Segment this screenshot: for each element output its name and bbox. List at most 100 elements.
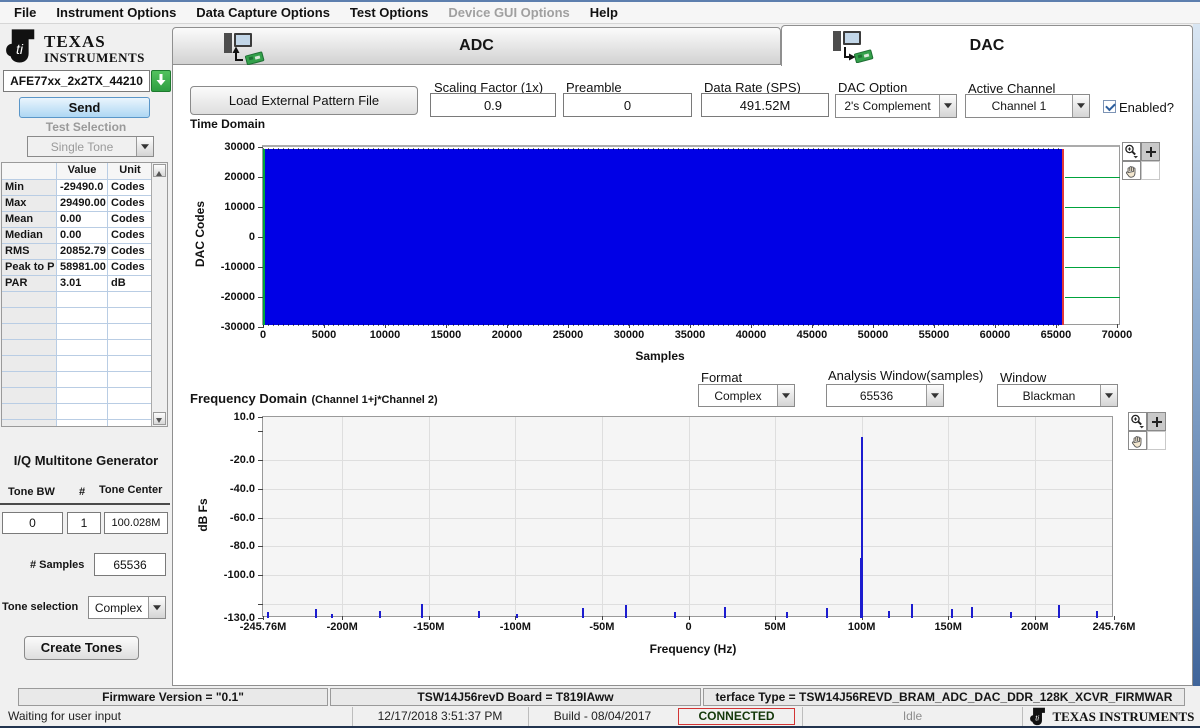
table-cell xyxy=(2,340,57,356)
menu-instrument-options[interactable]: Instrument Options xyxy=(46,2,186,24)
column-header: Unit xyxy=(108,163,153,180)
menu-test-options[interactable]: Test Options xyxy=(340,2,438,24)
xlab: -150M xyxy=(413,621,444,633)
analysis-window-select[interactable]: 65536 xyxy=(826,384,944,407)
data-rate-input[interactable] xyxy=(701,93,829,117)
table-row[interactable] xyxy=(2,356,167,372)
scroll-down-icon[interactable] xyxy=(153,412,166,425)
column-header xyxy=(2,163,57,180)
scaling-factor-input[interactable] xyxy=(430,93,556,117)
chevron-down-icon[interactable] xyxy=(148,597,165,618)
table-row[interactable] xyxy=(2,324,167,340)
table-scrollbar[interactable] xyxy=(151,163,167,426)
table-row[interactable] xyxy=(2,292,167,308)
table-row[interactable]: Median0.00Codes xyxy=(2,228,167,244)
table-row[interactable] xyxy=(2,308,167,324)
menu-data-capture-options[interactable]: Data Capture Options xyxy=(186,2,340,24)
table-row[interactable]: PAR3.01dB xyxy=(2,276,167,292)
dac-option-label: DAC Option xyxy=(838,80,907,95)
chevron-down-icon[interactable] xyxy=(777,385,794,406)
device-load-button[interactable] xyxy=(151,70,171,92)
menu-help[interactable]: Help xyxy=(580,2,628,24)
chevron-down-icon[interactable] xyxy=(136,137,153,156)
chart-element xyxy=(1096,611,1098,618)
zoom-in-button[interactable] xyxy=(1147,412,1166,431)
ti-footer-wordmark: TEXAS INSTRUMENTS xyxy=(1052,709,1194,724)
tone-bw-input[interactable] xyxy=(2,512,63,534)
tky xyxy=(258,575,263,576)
xlab: 25000 xyxy=(553,329,584,341)
xlab: 55000 xyxy=(919,329,950,341)
tone-center-input[interactable] xyxy=(104,512,168,534)
multitone-title: I/Q Multitone Generator xyxy=(0,453,172,468)
xlab: 200M xyxy=(1021,621,1049,633)
frequency-domain-title: Frequency Domain (Channel 1+j*Channel 2) xyxy=(190,390,438,408)
tkx xyxy=(775,616,776,620)
tone-count-input[interactable] xyxy=(67,512,101,534)
chevron-down-icon[interactable] xyxy=(1100,385,1117,406)
chevron-down-icon[interactable] xyxy=(926,385,943,406)
table-row[interactable] xyxy=(2,372,167,388)
pan-hand-button[interactable] xyxy=(1128,431,1147,450)
samples-input[interactable] xyxy=(94,553,166,576)
preamble-input[interactable] xyxy=(563,93,692,117)
chevron-down-icon[interactable] xyxy=(939,95,956,117)
tone-selection-select[interactable]: Complex xyxy=(88,596,166,619)
xlab: 50000 xyxy=(858,329,889,341)
window-select[interactable]: Blackman xyxy=(997,384,1118,407)
load-external-pattern-button[interactable]: Load External Pattern File xyxy=(190,86,418,115)
firmware-version-status: Firmware Version = "0.1" xyxy=(18,688,328,706)
table-row[interactable]: Mean0.00Codes xyxy=(2,212,167,228)
table-row[interactable] xyxy=(2,388,167,404)
tab-dac[interactable]: DAC xyxy=(781,25,1193,66)
menu-file[interactable]: File xyxy=(4,2,46,24)
table-row[interactable]: Min-29490.0Codes xyxy=(2,180,167,196)
table-cell: 0.00 xyxy=(57,228,108,244)
send-button[interactable]: Send xyxy=(19,97,150,118)
active-channel-select[interactable]: Channel 1 xyxy=(965,94,1090,118)
time-domain-plot[interactable]: 0500010000150002000025000300003500040000… xyxy=(262,145,1120,325)
magnifier-icon xyxy=(1124,144,1139,159)
table-row[interactable]: Peak to P58981.00Codes xyxy=(2,260,167,276)
status-divider xyxy=(802,707,803,726)
chart-element xyxy=(911,604,913,618)
dac-option-select[interactable]: 2's Complement xyxy=(835,94,957,118)
scroll-up-icon[interactable] xyxy=(153,164,166,177)
format-select[interactable]: Complex xyxy=(698,384,795,407)
status-timestamp: 12/17/2018 3:51:37 PM xyxy=(356,709,524,723)
table-cell: Codes xyxy=(108,180,153,196)
chart-element xyxy=(971,607,973,618)
zoom-tool-button[interactable] xyxy=(1122,142,1141,161)
test-selection-select[interactable]: Single Tone xyxy=(27,136,154,157)
table-cell xyxy=(57,372,108,388)
device-select[interactable]: AFE77xx_2x2TX_44210 xyxy=(3,70,150,92)
hand-icon xyxy=(1131,434,1144,448)
pan-hand-button[interactable] xyxy=(1122,161,1141,180)
chart-element xyxy=(263,148,1063,150)
gridv xyxy=(342,417,343,616)
frequency-domain-plot[interactable]: -245.76M-200M-150M-100M-50M050M100M150M2… xyxy=(262,416,1113,617)
tkx xyxy=(948,616,949,620)
chart-element xyxy=(263,324,1063,326)
tab-adc[interactable]: ADC xyxy=(172,27,781,65)
create-tones-button[interactable]: Create Tones xyxy=(24,636,139,660)
table-row[interactable]: RMS20852.79Codes xyxy=(2,244,167,260)
xlab: 100M xyxy=(848,621,876,633)
time-plot-zoom-tools xyxy=(1122,142,1160,180)
zoom-in-button[interactable] xyxy=(1141,142,1160,161)
table-cell xyxy=(108,324,153,340)
chevron-down-icon[interactable] xyxy=(1072,95,1089,117)
chart-element xyxy=(1010,612,1012,618)
ylab: -100.0 xyxy=(224,569,255,581)
table-row[interactable] xyxy=(2,404,167,420)
enabled-checkbox[interactable] xyxy=(1103,100,1116,113)
table-row[interactable] xyxy=(2,420,167,427)
table-row[interactable] xyxy=(2,340,167,356)
chart-element xyxy=(1058,605,1060,618)
table-cell: Codes xyxy=(108,260,153,276)
table-cell xyxy=(2,420,57,427)
table-row[interactable]: Max29490.00Codes xyxy=(2,196,167,212)
table-cell: 0.00 xyxy=(57,212,108,228)
zoom-tool-button[interactable] xyxy=(1128,412,1147,431)
interface-type-status: terface Type = TSW14J56REVD_BRAM_ADC_DAC… xyxy=(703,688,1185,706)
